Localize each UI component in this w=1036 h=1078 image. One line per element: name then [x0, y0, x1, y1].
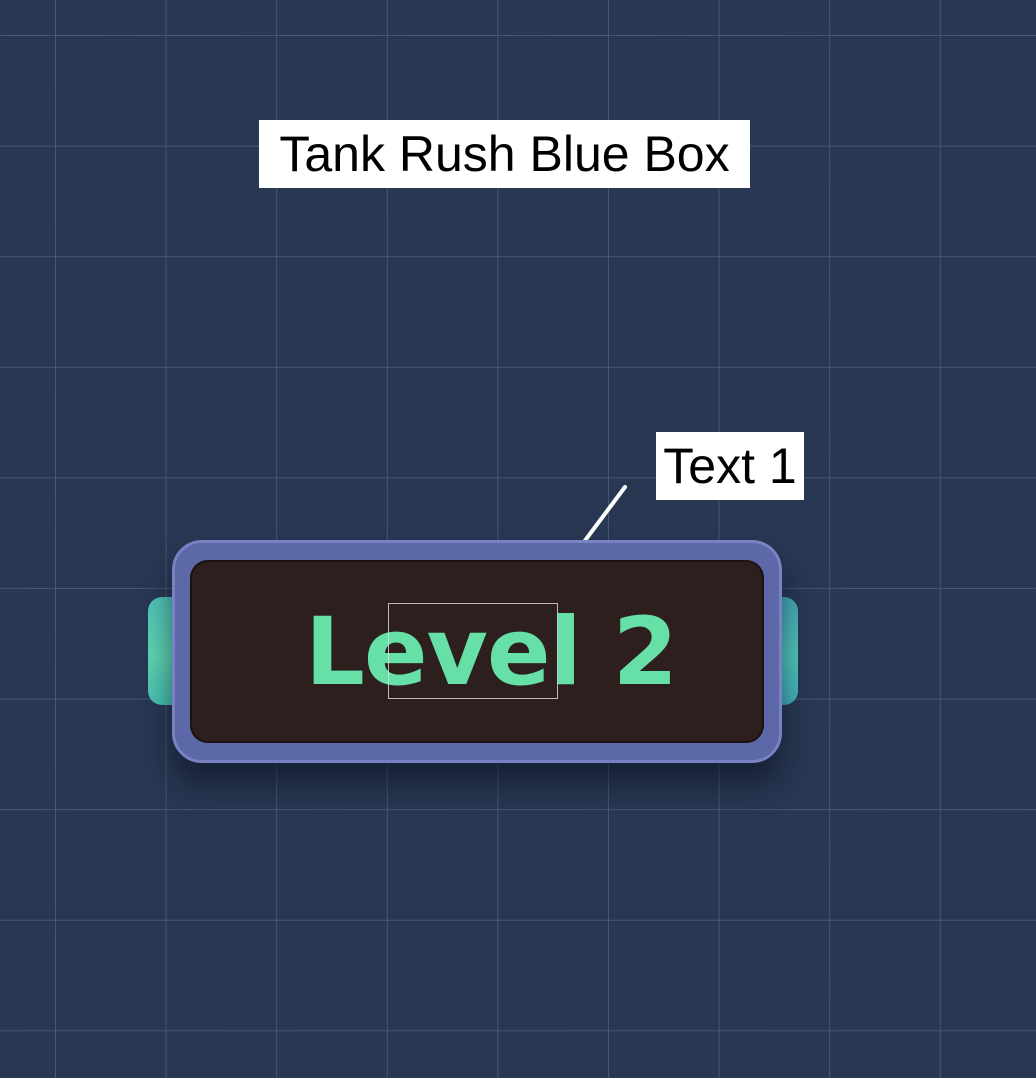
callout-arrow-icon [547, 485, 627, 589]
level-text[interactable]: Level 2 [305, 603, 678, 703]
